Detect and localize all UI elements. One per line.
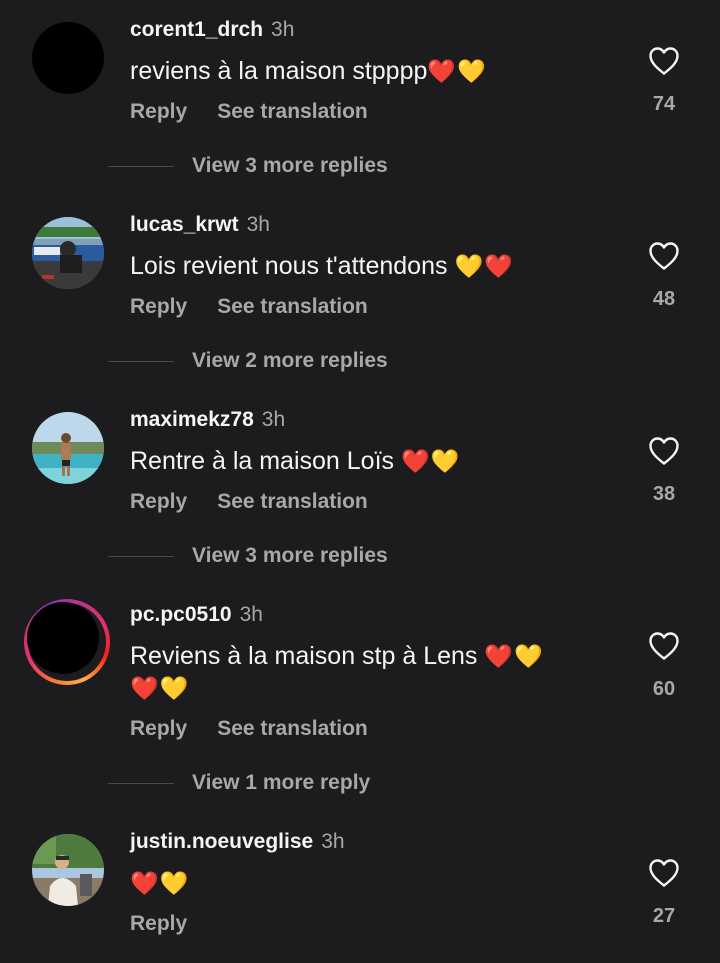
avatar-photo (32, 412, 104, 484)
emoji: 💛❤️ (454, 253, 514, 279)
view-more-label: View 3 more replies (192, 154, 388, 177)
timestamp: 3h (239, 603, 263, 626)
like-control: 48 (640, 241, 688, 311)
timestamp: 3h (271, 18, 295, 41)
avatar-photo (32, 217, 104, 289)
like-count: 48 (652, 288, 676, 310)
comment-body: Lois revient nous t'attendons (130, 252, 448, 280)
comment-actions: Reply See translation (130, 489, 368, 515)
view-more-replies[interactable]: View 3 more replies (108, 543, 508, 569)
like-count: 74 (652, 93, 676, 115)
like-control: 27 (640, 858, 688, 928)
divider-line (108, 361, 174, 362)
avatar-story-ring[interactable] (24, 599, 110, 685)
comment-text: Lois revient nous t'attendons 💛❤️ (130, 250, 620, 282)
like-count: 38 (652, 483, 676, 505)
comment-actions: Reply See translation (130, 294, 368, 320)
comment-body: Rentre à la maison Loïs (130, 447, 395, 475)
comment-actions: Reply (130, 911, 187, 937)
reply-button[interactable]: Reply (130, 716, 187, 742)
comment-header: maximekz78 3h (130, 407, 285, 433)
like-control: 38 (640, 436, 688, 506)
view-more-label: View 2 more replies (192, 349, 388, 372)
see-translation-button[interactable]: See translation (217, 716, 368, 742)
heart-outline-icon[interactable] (648, 46, 680, 76)
heart-outline-icon[interactable] (648, 241, 680, 271)
emoji: ❤️💛 (484, 643, 544, 669)
avatar[interactable] (32, 22, 104, 94)
comment-header: lucas_krwt 3h (130, 212, 270, 238)
timestamp: 3h (321, 830, 345, 853)
avatar[interactable] (32, 217, 104, 289)
emoji: ❤️💛 (130, 870, 190, 896)
avatar-photo (32, 834, 104, 906)
comment-text: ❤️💛 (130, 867, 620, 899)
avatar (27, 602, 99, 674)
reply-button[interactable]: Reply (130, 294, 187, 320)
timestamp: 3h (246, 213, 270, 236)
view-more-replies[interactable]: View 2 more replies (108, 348, 508, 374)
view-more-label: View 3 more replies (192, 544, 388, 567)
emoji: ❤️💛 (427, 58, 487, 84)
avatar[interactable] (32, 834, 104, 906)
username[interactable]: lucas_krwt (130, 213, 239, 236)
reply-button[interactable]: Reply (130, 99, 187, 125)
like-control: 60 (640, 631, 688, 701)
timestamp: 3h (261, 408, 286, 431)
see-translation-button[interactable]: See translation (217, 99, 368, 125)
view-more-replies[interactable]: View 3 more replies (108, 153, 508, 179)
like-control: 74 (640, 46, 688, 116)
comment-text: Rentre à la maison Loïs ❤️💛 (130, 445, 620, 477)
username[interactable]: pc.pc0510 (130, 603, 232, 626)
comment-body: reviens à la maison stpppp (130, 57, 428, 85)
heart-outline-icon[interactable] (648, 631, 680, 661)
divider-line (108, 166, 174, 167)
divider-line (108, 783, 174, 784)
comment-header: corent1_drch 3h (130, 17, 294, 43)
username[interactable]: justin.noeuveglise (130, 830, 313, 853)
emoji-line-2: ❤️💛 (130, 675, 190, 701)
avatar[interactable] (32, 412, 104, 484)
view-more-label: View 1 more reply (192, 771, 371, 794)
comment-text: reviens à la maison stpppp❤️💛 (130, 55, 620, 87)
comment-text: Reviens à la maison stp à Lens ❤️💛 ❤️💛 (130, 640, 620, 704)
comment-actions: Reply See translation (130, 716, 368, 742)
divider-line (108, 556, 174, 557)
see-translation-button[interactable]: See translation (217, 489, 368, 515)
heart-outline-icon[interactable] (648, 858, 680, 888)
comments-list: corent1_drch 3h reviens à la maison stppp… (0, 0, 720, 963)
comment-header: pc.pc0510 3h (130, 602, 263, 628)
comment-header: justin.noeuveglise 3h (130, 829, 345, 855)
view-more-replies[interactable]: View 1 more reply (108, 770, 508, 796)
comment-body: Reviens à la maison stp à Lens (130, 642, 478, 670)
heart-outline-icon[interactable] (648, 436, 680, 466)
username[interactable]: corent1_drch (130, 18, 263, 41)
username[interactable]: maximekz78 (130, 408, 254, 431)
reply-button[interactable]: Reply (130, 911, 187, 937)
see-translation-button[interactable]: See translation (217, 294, 368, 320)
like-count: 60 (652, 678, 676, 700)
like-count: 27 (652, 905, 676, 927)
comment-actions: Reply See translation (130, 99, 368, 125)
emoji: ❤️💛 (400, 448, 461, 474)
reply-button[interactable]: Reply (130, 489, 187, 515)
